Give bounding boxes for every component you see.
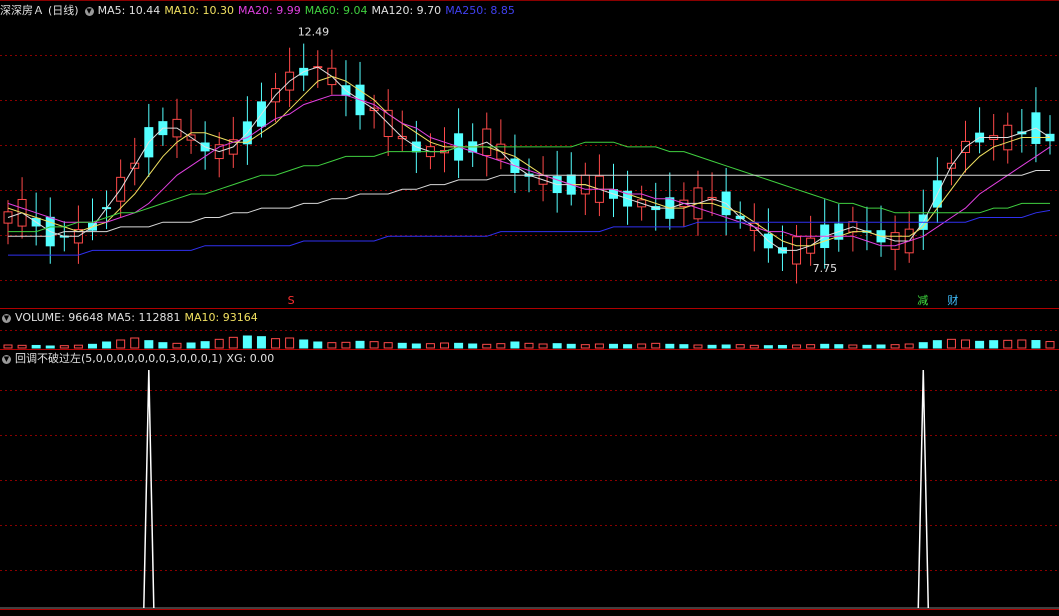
volume-bar — [989, 340, 999, 349]
volume-bar — [946, 338, 956, 349]
volume-bar — [679, 344, 689, 349]
volume-bar — [665, 343, 675, 349]
volume-bar — [792, 344, 802, 349]
volume-bar — [144, 340, 154, 349]
volume-bar — [862, 344, 872, 349]
volume-bar — [538, 343, 548, 349]
volume-bar — [186, 342, 196, 349]
volume-bar — [1003, 339, 1013, 349]
volume-bar — [1045, 341, 1055, 349]
volume-bar — [73, 344, 83, 349]
volume-bar — [45, 345, 55, 349]
xg-signal-spike — [143, 369, 155, 609]
volume-bar — [1031, 340, 1041, 349]
volume-bar — [228, 336, 238, 349]
volume-bar — [242, 335, 252, 349]
volume-bar — [848, 344, 858, 349]
volume-bar — [876, 344, 886, 349]
volume-bar — [552, 343, 562, 349]
volume-bar — [693, 344, 703, 349]
volume-bar — [355, 340, 365, 349]
marker-jian: 减 — [917, 294, 928, 307]
low-label: 7.75 — [813, 262, 838, 275]
volume-bar — [440, 342, 450, 349]
volume-bar — [214, 338, 224, 349]
high-label: 12.49 — [298, 25, 330, 38]
marker-s: S — [288, 294, 295, 307]
volume-bar — [975, 340, 985, 349]
volume-bar — [510, 341, 520, 349]
volume-bar — [285, 337, 295, 349]
volume-bar — [369, 341, 379, 349]
volume-bar — [397, 342, 407, 349]
volume-bar — [102, 341, 112, 349]
volume-bar — [383, 342, 393, 349]
volume-bar — [623, 344, 633, 349]
volume-bar — [566, 343, 576, 349]
volume-bar — [17, 344, 27, 349]
volume-bar — [130, 337, 140, 349]
marker-cai: 财 — [947, 293, 958, 307]
volume-bar — [651, 342, 661, 349]
volume-bar — [31, 344, 41, 349]
volume-bar — [749, 344, 759, 349]
volume-bar — [580, 344, 590, 349]
volume-bar — [834, 344, 844, 349]
chart-canvas: 12.49 7.75 S 减 财 — [0, 0, 1059, 610]
volume-bar — [707, 344, 717, 349]
volume-bar — [327, 342, 337, 349]
volume-bar — [313, 341, 323, 349]
volume-bar — [271, 338, 281, 349]
volume-bar — [200, 341, 210, 349]
volume-bar — [806, 344, 816, 349]
volume-bar — [482, 343, 492, 349]
volume-bar — [3, 344, 13, 349]
volume-bar — [454, 342, 464, 349]
volume-bar — [735, 344, 745, 349]
volume-bar — [256, 336, 266, 349]
volume-bar — [608, 343, 618, 349]
volume-bar — [468, 343, 478, 349]
ma-line-ma20 — [7, 94, 1051, 247]
volume-bar — [932, 340, 942, 349]
xg-signal-spike — [917, 369, 930, 609]
volume-bar — [172, 342, 182, 349]
volume-bar — [116, 339, 126, 349]
volume-bar — [59, 345, 69, 349]
volume-bar — [763, 345, 773, 349]
volume-bar — [918, 342, 928, 349]
volume-bar — [496, 343, 506, 349]
volume-bar — [158, 342, 168, 349]
volume-bar — [1017, 339, 1027, 349]
volume-bar — [341, 341, 351, 349]
volume-bar — [820, 343, 830, 349]
volume-bar — [425, 343, 435, 349]
volume-bar — [961, 339, 971, 349]
volume-bar — [777, 344, 787, 349]
volume-bar — [524, 342, 534, 349]
volume-bar — [721, 344, 731, 349]
volume-bar — [411, 343, 421, 349]
volume-bar — [594, 343, 604, 349]
volume-bar — [637, 343, 647, 349]
volume-bar — [904, 343, 914, 349]
volume-bar — [890, 344, 900, 349]
volume-bar — [87, 343, 97, 349]
volume-bar — [299, 339, 309, 349]
